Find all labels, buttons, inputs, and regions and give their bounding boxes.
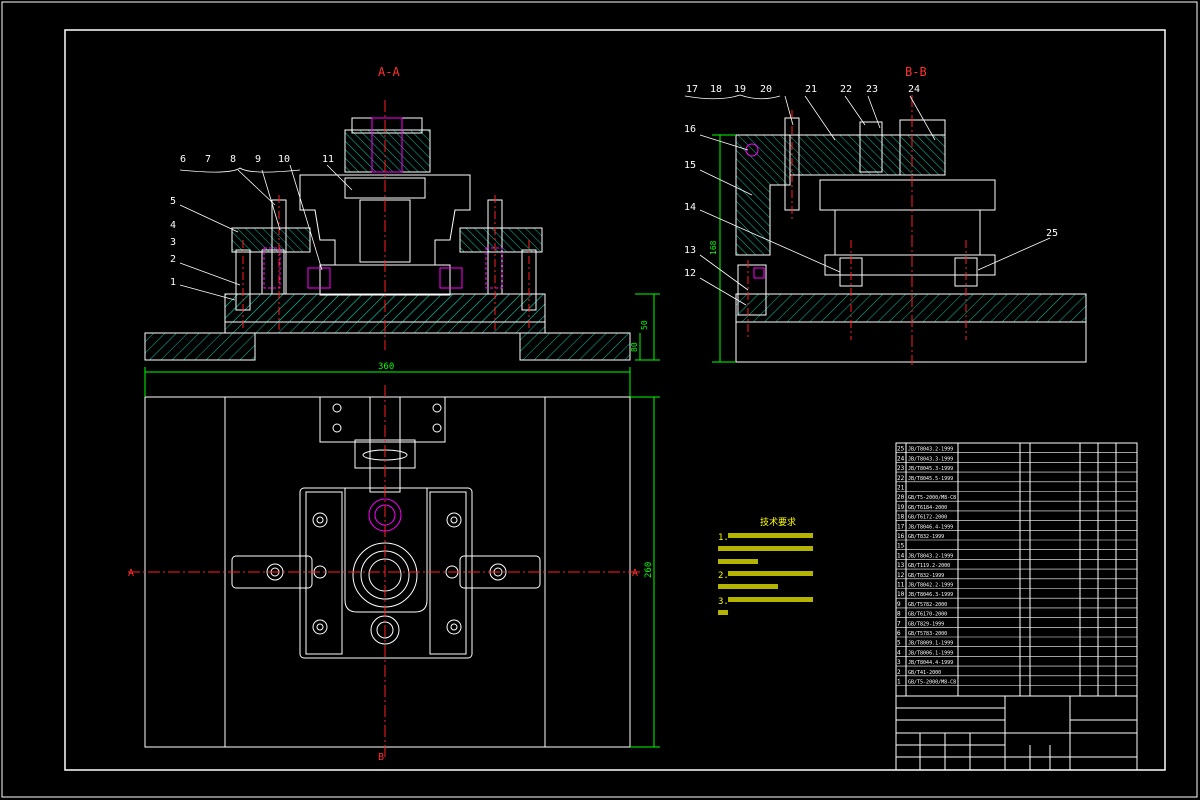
bom-row-number: 7	[897, 620, 901, 627]
bom-row-number: 8	[897, 611, 901, 618]
bom-row-number: 24	[897, 455, 905, 462]
callout-6: 6	[180, 154, 186, 165]
callout-7: 7	[205, 154, 211, 165]
bom-row-standard: JB/T8044.4-1999	[908, 660, 953, 666]
callout-1: 1	[170, 277, 176, 288]
bom-row-number: 12	[897, 572, 905, 579]
bill-of-materials: 25 JB/T8043.2-199924 JB/T8043.3-199923 JB/T…	[895, 442, 1138, 697]
section-aa-label: A-A	[378, 65, 400, 79]
callout-8: 8	[230, 154, 236, 165]
bom-row-standard: JB/T8043.2-1999	[908, 553, 953, 559]
callout-17: 17	[686, 84, 698, 95]
bom-row-number: 15	[897, 543, 905, 550]
bom-row-number: 3	[897, 659, 901, 666]
callout-20: 20	[760, 84, 772, 95]
section-bb-label: B-B	[905, 65, 927, 79]
technical-notes: 技术要求 1. 2. 3.	[718, 516, 813, 615]
callout-19: 19	[734, 84, 746, 95]
dim-depth-260: 260	[644, 562, 654, 578]
bom-row-number: 9	[897, 601, 901, 608]
bom-row-standard: GB/T5-2000/M8-C8	[908, 680, 956, 686]
bom-row-standard: JB/T8045.5-1999	[908, 476, 953, 482]
bom-row-standard: GB/T5783-2000	[908, 631, 947, 637]
callout-3: 3	[170, 237, 176, 248]
bom-row-number: 20	[897, 494, 905, 501]
bom-row-standard: GB/T119.2-2000	[908, 563, 950, 569]
bom-row-number: 6	[897, 630, 901, 637]
bom-row-number: 4	[897, 649, 901, 656]
bom-row-standard: JB/T8043.2-1999	[908, 447, 953, 453]
callout-4: 4	[170, 220, 176, 231]
callout-24: 24	[908, 84, 920, 95]
dim-height-50: 50	[640, 320, 649, 330]
dim-height-80: 80	[630, 342, 639, 352]
bom-row-number: 22	[897, 475, 905, 482]
notes-line-2: 2.	[718, 571, 729, 581]
bom-row-standard: GB/T6170-2000	[908, 612, 947, 618]
notes-line-1: 1.	[718, 533, 729, 543]
dim-width-360: 360	[378, 362, 394, 372]
outer-frame	[1, 1, 1198, 798]
section-aa-view: A-A 50 80	[144, 65, 660, 361]
bom-row-standard: GB/T41-2000	[908, 670, 941, 676]
notes-title: 技术要求	[760, 516, 796, 528]
callout-21: 21	[805, 84, 817, 95]
dim-height-168: 168	[709, 240, 718, 255]
callout-9: 9	[255, 154, 261, 165]
inner-frame	[64, 29, 1166, 771]
callout-2: 2	[170, 254, 176, 265]
bom-row-standard: JB/T8046.3-1999	[908, 592, 953, 598]
bom-row-number: 19	[897, 504, 905, 511]
bom-row-number: 2	[897, 669, 901, 676]
bom-row-standard: GB/T6172-2000	[908, 515, 947, 521]
cut-a-left: A	[128, 568, 134, 579]
bom-row-standard: JB/T8006.1-1999	[908, 650, 953, 656]
callout-22: 22	[840, 84, 852, 95]
bom-row-number: 14	[897, 552, 905, 559]
callout-23: 23	[866, 84, 878, 95]
bom-row-number: 1	[897, 679, 901, 686]
bom-row-standard: GB/T5782-2000	[908, 602, 947, 608]
callout-16: 16	[684, 124, 696, 135]
callout-25: 25	[1046, 228, 1058, 239]
bom-row-number: 23	[897, 465, 905, 472]
notes-line-3: 3.	[718, 597, 729, 607]
bom-row-standard: JB/T8043.3-1999	[908, 456, 953, 462]
bom-row-number: 17	[897, 523, 905, 530]
bom-row-number: 13	[897, 562, 905, 569]
cut-b-bottom: B	[378, 752, 384, 763]
bom-row-standard: GB/T5-2000/M8-C8	[908, 495, 956, 501]
callout-10: 10	[278, 154, 290, 165]
bom-row-standard: GB/T829-1999	[908, 621, 944, 627]
bom-row-number: 21	[897, 485, 905, 492]
callout-14: 14	[684, 202, 696, 213]
bom-row-number: 10	[897, 591, 905, 598]
title-block	[895, 695, 1138, 771]
callout-12: 12	[684, 268, 696, 279]
bom-row-number: 5	[897, 640, 901, 647]
bom-row-standard: GB/T832-1999	[908, 573, 944, 579]
cut-a-right: A	[632, 568, 638, 579]
bom-row-number: 16	[897, 533, 905, 540]
callout-5: 5	[170, 196, 176, 207]
bom-row-standard: GB/T6184-2000	[908, 505, 947, 511]
callout-11: 11	[322, 154, 334, 165]
bom-row-standard: JB/T8046.4-1999	[908, 524, 953, 530]
section-bb-view: B-B 168	[684, 65, 1087, 365]
callout-18: 18	[710, 84, 722, 95]
bom-row-number: 11	[897, 582, 905, 589]
callout-13: 13	[684, 245, 696, 256]
bom-row-standard: JB/T8045.3-1999	[908, 466, 953, 472]
callout-15: 15	[684, 160, 696, 171]
bom-row-number: 25	[897, 446, 905, 453]
bom-row-number: 18	[897, 514, 905, 521]
bom-row-standard: JB/T8042.2-1999	[908, 583, 953, 589]
bom-row-standard: JB/T8009.1-1999	[908, 641, 953, 647]
plan-view: A A B 360 260	[128, 362, 660, 763]
drawing-canvas: A-A 50 80 1 2 3 4 5 6 7 8 9 10 11 B-B 16…	[1, 1, 1198, 798]
bom-row-standard: GB/T832-1999	[908, 534, 944, 540]
